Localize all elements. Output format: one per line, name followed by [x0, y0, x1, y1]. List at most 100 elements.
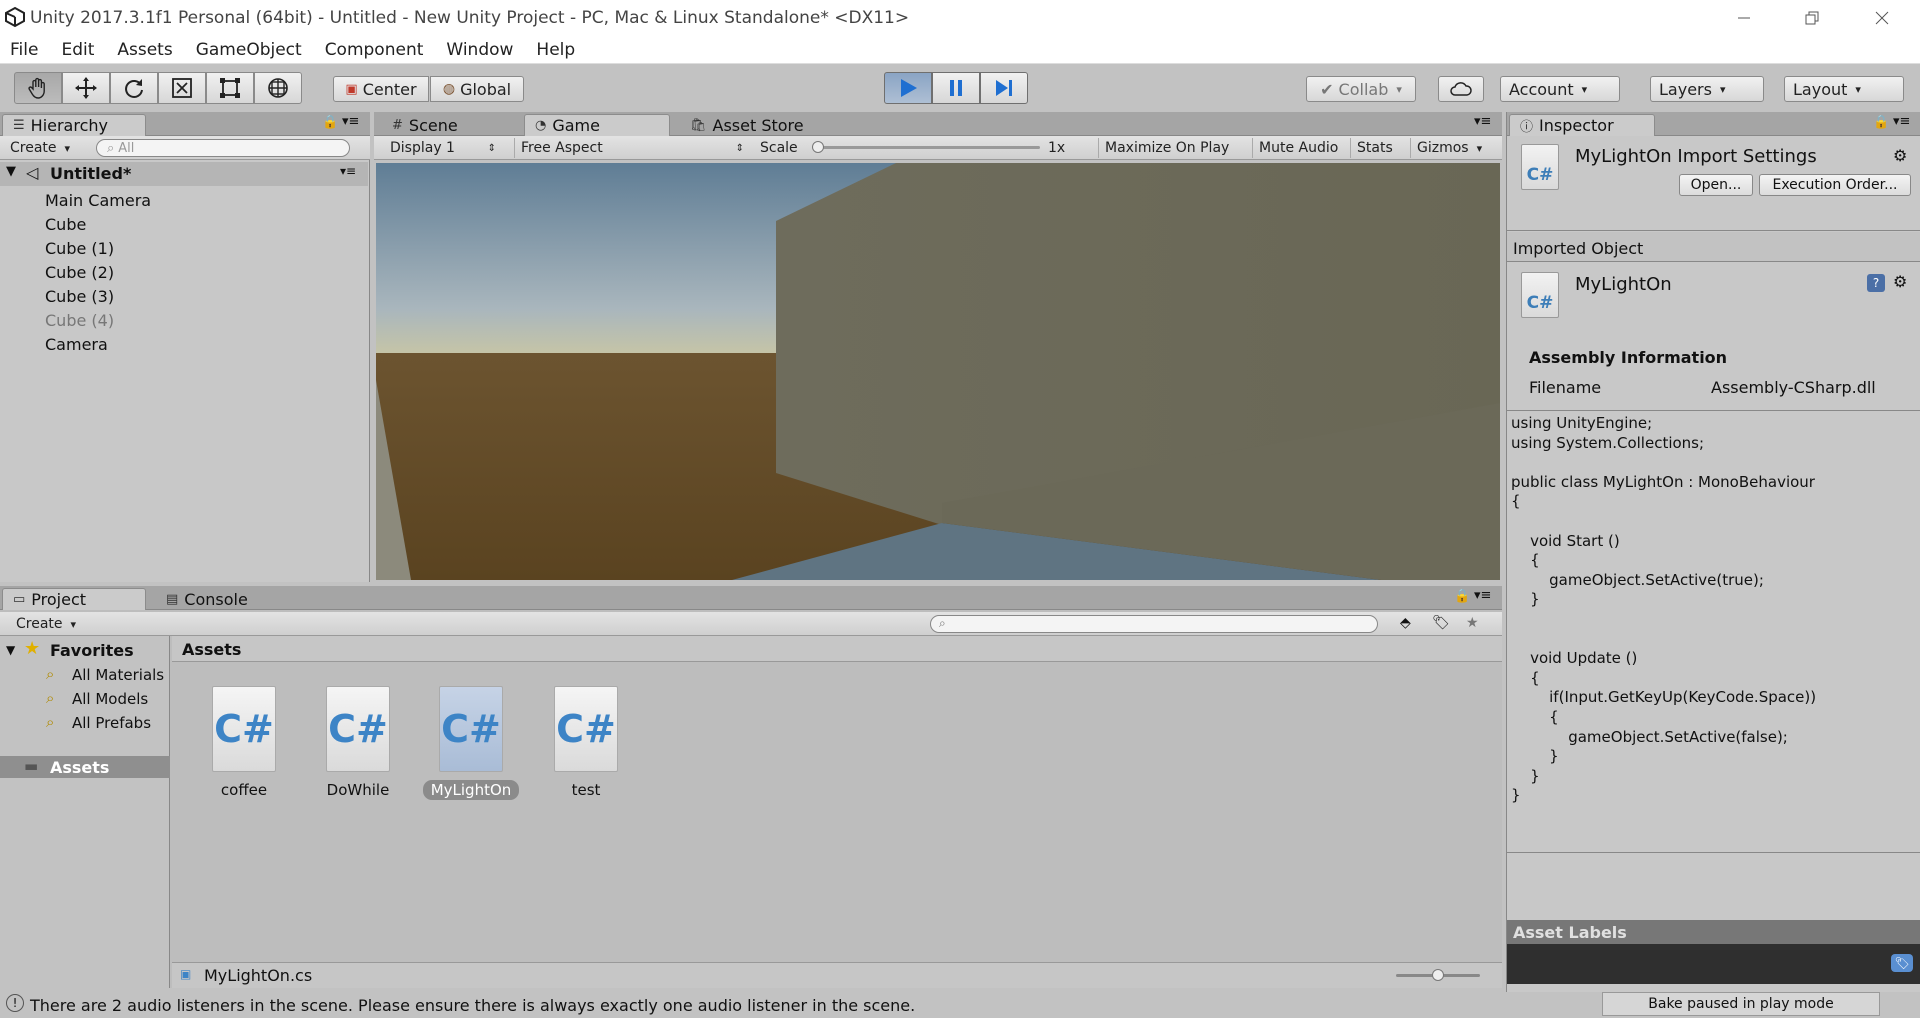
hierarchy-create-dropdown[interactable]: Create	[4, 138, 76, 158]
hierarchy-item-inactive[interactable]: Cube (4)	[45, 311, 114, 330]
open-button[interactable]: Open...	[1679, 174, 1753, 196]
hierarchy-item[interactable]: Cube (1)	[45, 239, 114, 258]
hand-icon	[28, 77, 45, 99]
play-button[interactable]	[884, 72, 932, 104]
favorite-item[interactable]: All Models	[72, 690, 148, 708]
cloud-icon	[1450, 82, 1472, 96]
icon-size-slider[interactable]	[1396, 969, 1480, 981]
collab-dropdown[interactable]: ✔ Collab	[1306, 76, 1416, 102]
hierarchy-item[interactable]: Camera	[45, 335, 108, 354]
menu-window[interactable]: Window	[446, 40, 513, 60]
transform-icon	[268, 78, 288, 98]
hierarchy-search-input[interactable]: ⌕ All	[96, 139, 350, 157]
rect-tool-button[interactable]	[206, 72, 254, 104]
tab-hierarchy[interactable]: ☰ Hierarchy	[2, 114, 146, 136]
menu-component[interactable]: Component	[325, 40, 424, 60]
assets-folder-row[interactable]: ▬ Assets	[0, 756, 170, 778]
tab-game[interactable]: ◔ Game	[524, 114, 670, 136]
imported-object-header: Imported Object	[1507, 232, 1920, 262]
project-create-dropdown[interactable]: Create	[10, 614, 82, 634]
menu-help[interactable]: Help	[536, 40, 575, 60]
gear-icon[interactable]: ⚙	[1893, 146, 1907, 165]
game-toolbar: Display 1 ⇕ Free Aspect ⇕ Scale 1x Maximiz…	[374, 136, 1502, 160]
account-dropdown[interactable]: Account	[1500, 76, 1620, 102]
hierarchy-panel: ☰ Hierarchy 🔒 ▾≡ Create ⌕ All ▼ ◁ Untitl…	[0, 112, 370, 582]
display-dropdown[interactable]: Display 1 ⇕	[384, 138, 502, 158]
game-viewport[interactable]	[376, 163, 1500, 580]
close-window-button[interactable]	[1848, 0, 1916, 36]
asset-item[interactable]: C# coffee	[194, 686, 294, 800]
asset-item[interactable]: C# test	[536, 686, 636, 800]
csharp-script-icon: C#	[439, 686, 503, 772]
menu-assets[interactable]: Assets	[117, 40, 172, 60]
favorite-item[interactable]: All Prefabs	[72, 714, 151, 732]
star-icon[interactable]: ★	[1466, 615, 1479, 631]
tab-project[interactable]: ▭ Project	[2, 588, 146, 610]
hierarchy-item[interactable]: Cube (3)	[45, 287, 114, 306]
space-global-button[interactable]: ◍ Global	[430, 76, 524, 102]
pause-button[interactable]	[932, 72, 980, 104]
menu-file[interactable]: File	[10, 40, 38, 60]
lock-icon[interactable]: 🔒	[1454, 589, 1470, 604]
label-tag-icon[interactable]: 🏷	[1891, 954, 1913, 972]
slider-knob[interactable]	[812, 141, 824, 153]
breadcrumb: Assets	[172, 636, 1502, 662]
hand-tool-button[interactable]	[14, 72, 62, 104]
panel-menu-icon[interactable]: ▾≡	[1474, 588, 1491, 603]
filter-label-icon[interactable]: 🏷	[1432, 615, 1450, 631]
breadcrumb-assets[interactable]: Assets	[182, 640, 241, 659]
mute-audio-toggle[interactable]: Mute Audio	[1252, 138, 1344, 158]
project-search-input[interactable]: ⌕	[930, 615, 1378, 633]
layout-dropdown[interactable]: Layout	[1784, 76, 1904, 102]
scale-tool-button[interactable]	[158, 72, 206, 104]
asset-item[interactable]: C# DoWhile	[308, 686, 408, 800]
hierarchy-item[interactable]: Main Camera	[45, 191, 151, 210]
hierarchy-item[interactable]: Cube	[45, 215, 86, 234]
scene-menu-icon[interactable]: ▾≡	[340, 164, 356, 178]
tab-inspector[interactable]: ⓘ Inspector	[1509, 114, 1655, 136]
layers-dropdown[interactable]: Layers	[1650, 76, 1764, 102]
help-book-icon[interactable]: ?	[1867, 274, 1885, 292]
favorite-item[interactable]: All Materials	[72, 666, 168, 684]
lock-icon[interactable]: 🔒	[322, 115, 338, 130]
pivot-center-button[interactable]: ▣ Center	[333, 76, 429, 102]
tab-console[interactable]: ▤ Console	[156, 588, 286, 610]
execution-order-button[interactable]: Execution Order...	[1759, 174, 1911, 196]
info-icon: ⓘ	[1520, 120, 1534, 135]
tab-scene[interactable]: # Scene	[382, 114, 492, 136]
gizmos-dropdown[interactable]: Gizmos	[1410, 138, 1488, 158]
panel-menu-icon[interactable]: ▾≡	[1474, 114, 1491, 129]
filter-type-icon[interactable]: ⬘	[1400, 615, 1411, 631]
transform-tool-button[interactable]	[254, 72, 302, 104]
rotate-tool-button[interactable]	[110, 72, 158, 104]
gear-icon[interactable]: ⚙	[1893, 272, 1907, 291]
tab-asset-store[interactable]: 🛍 Asset Store	[680, 114, 830, 136]
expand-arrow-icon[interactable]: ▼	[6, 164, 16, 179]
maximize-on-play-toggle[interactable]: Maximize On Play	[1098, 138, 1235, 158]
aspect-dropdown[interactable]: Free Aspect ⇕	[514, 138, 750, 158]
scene-header[interactable]: ▼ ◁ Untitled* ▾≡	[0, 162, 368, 186]
scale-slider[interactable]	[812, 141, 1040, 153]
unity-logo-icon	[5, 6, 25, 28]
favorites-label[interactable]: Favorites	[50, 641, 134, 660]
lock-icon[interactable]: 🔒	[1873, 115, 1889, 130]
divider	[1507, 230, 1920, 231]
asset-item-selected[interactable]: C# MyLightOn	[421, 686, 521, 800]
status-bar: ! There are 2 audio listeners in the sce…	[0, 992, 1920, 1018]
minimize-button[interactable]	[1710, 0, 1778, 36]
status-message[interactable]: There are 2 audio listeners in the scene…	[30, 996, 915, 1015]
rotate-icon	[125, 79, 143, 98]
menu-gameobject[interactable]: GameObject	[196, 40, 302, 60]
hierarchy-item[interactable]: Cube (2)	[45, 263, 114, 282]
move-tool-button[interactable]	[62, 72, 110, 104]
slider-knob[interactable]	[1432, 969, 1444, 981]
stats-toggle[interactable]: Stats	[1350, 138, 1399, 158]
cloud-button[interactable]	[1438, 76, 1484, 102]
panel-menu-icon[interactable]: ▾≡	[342, 114, 359, 129]
search-icon: ⌕	[107, 140, 115, 156]
step-button[interactable]	[980, 72, 1028, 104]
expand-arrow-icon[interactable]: ▼	[6, 643, 15, 657]
restore-button[interactable]	[1778, 0, 1846, 36]
menu-edit[interactable]: Edit	[61, 40, 94, 60]
panel-menu-icon[interactable]: ▾≡	[1893, 114, 1910, 129]
